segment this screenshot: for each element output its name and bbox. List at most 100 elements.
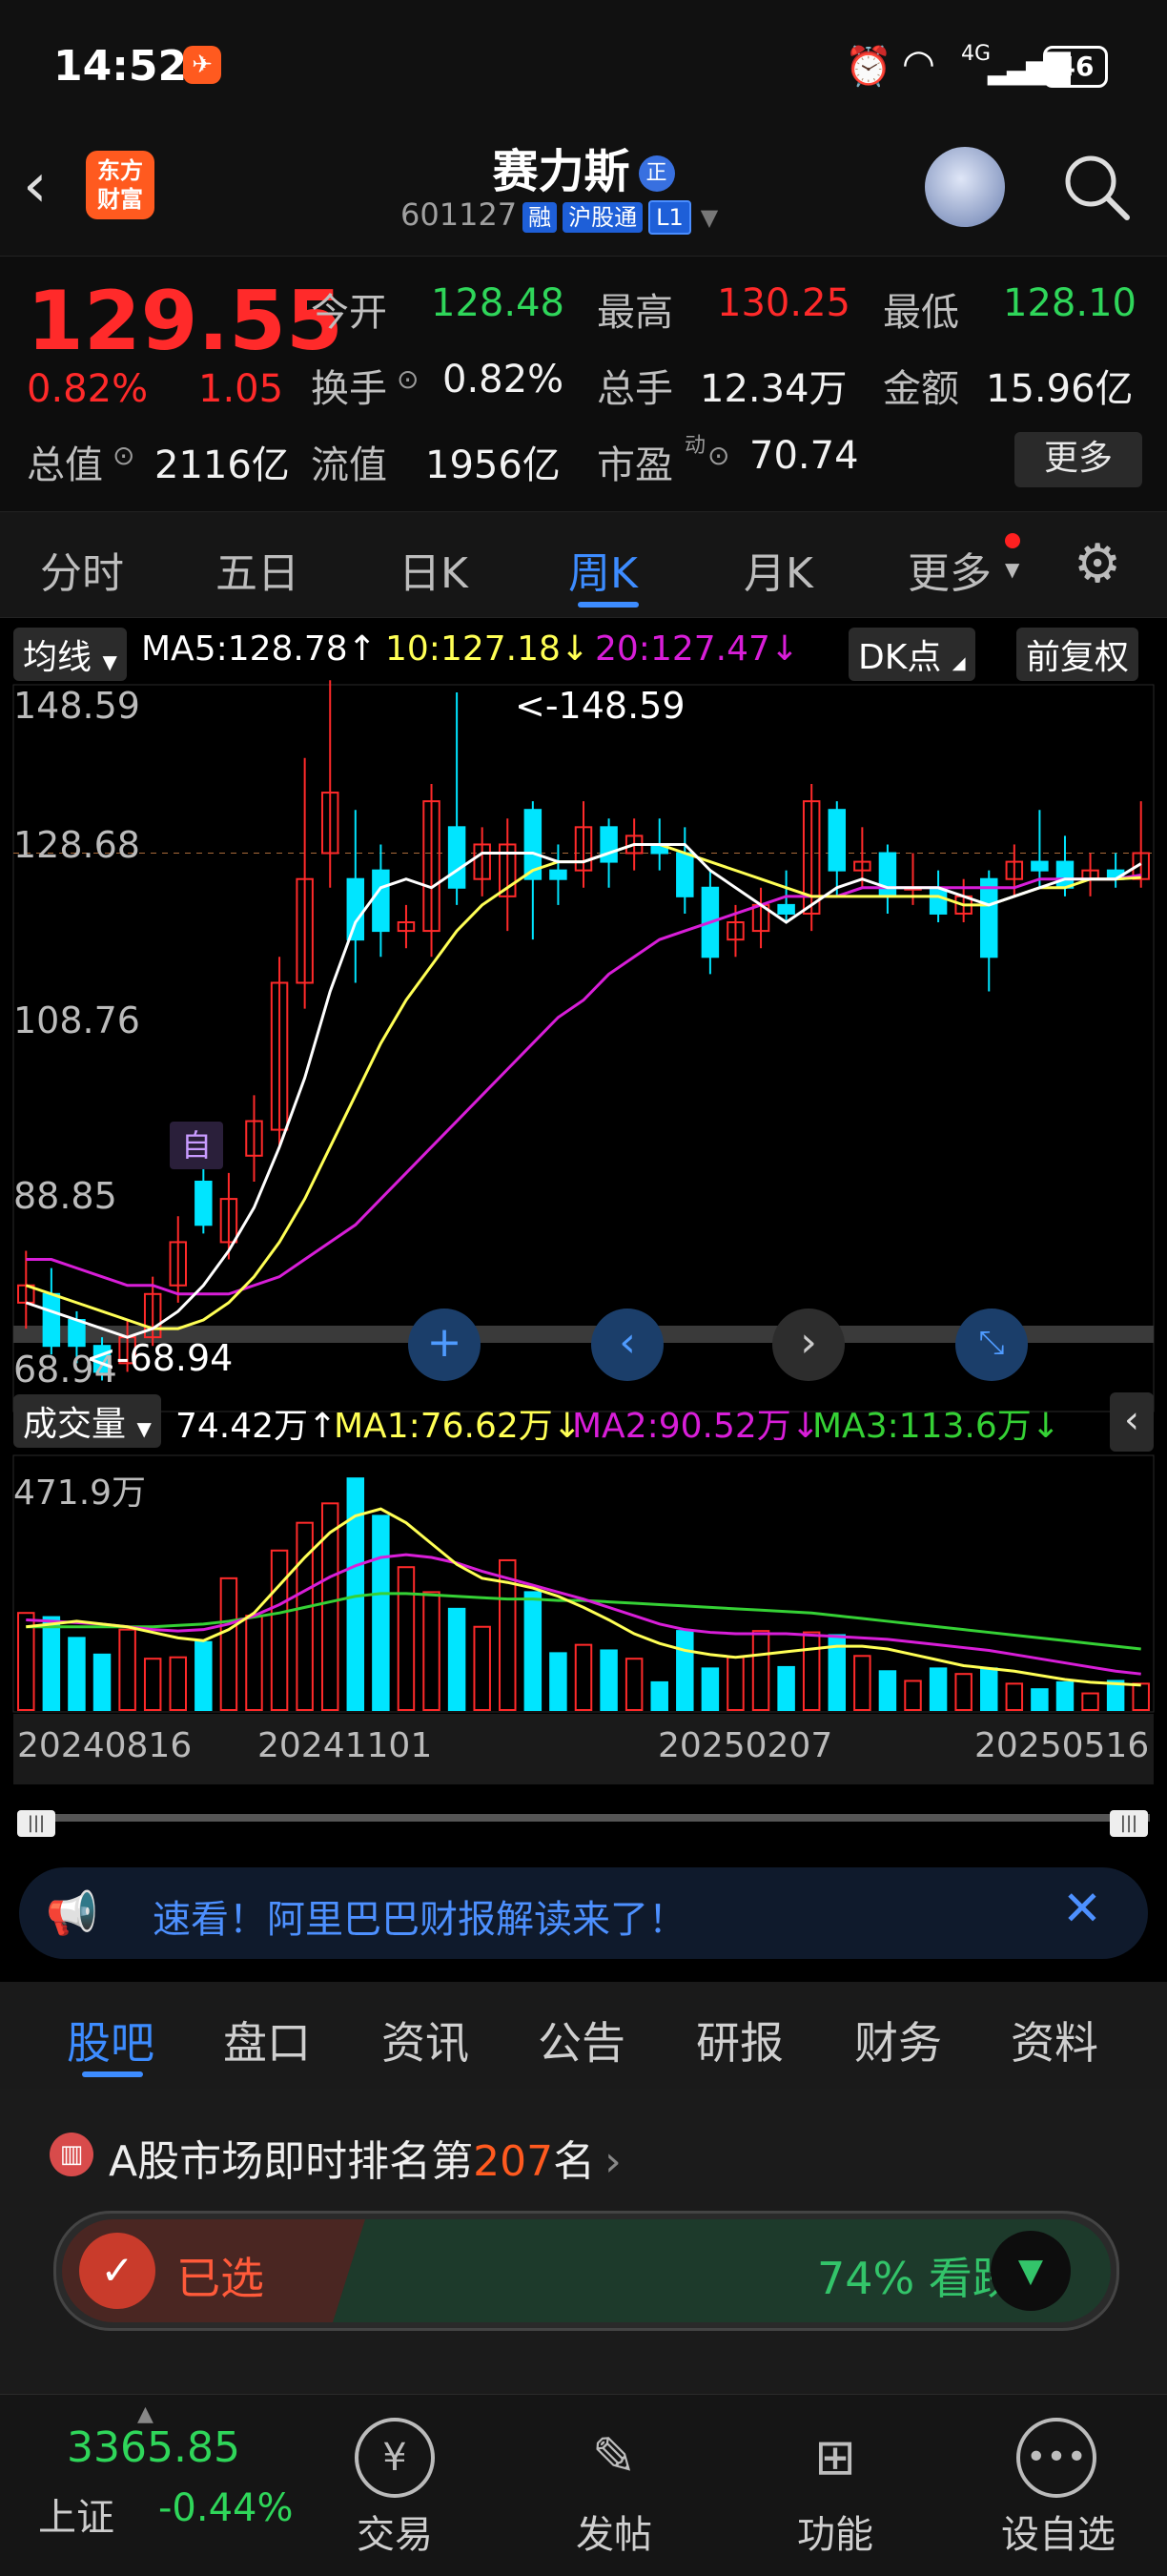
range-handle-left[interactable]: ||| bbox=[17, 1810, 55, 1837]
more-button[interactable]: 更多 bbox=[1014, 432, 1142, 487]
level-badge: L1 bbox=[648, 200, 691, 235]
volume-bar bbox=[1055, 1680, 1075, 1711]
scroll-left-button[interactable]: ‹ bbox=[591, 1309, 664, 1381]
price-panel-frame bbox=[12, 684, 1155, 1412]
tab-orderbook[interactable]: 盘口 bbox=[223, 2009, 311, 2071]
scroll-right-button[interactable]: › bbox=[772, 1309, 845, 1381]
tab-intraday[interactable]: 分时 bbox=[40, 539, 124, 600]
volume-bar bbox=[1031, 1688, 1049, 1712]
banner-text[interactable]: 速看！阿里巴巴财报解读来了！ bbox=[153, 1888, 686, 1944]
candle-body bbox=[1055, 860, 1075, 889]
stock-header: ‹ 东方 财富 赛力斯 正 601127 融沪股通 L1 ▼ bbox=[0, 134, 1167, 256]
vol-ma3-legend: MA3:113.6万↓ bbox=[812, 1407, 1060, 1446]
network-label: 4G bbox=[961, 42, 992, 66]
yuan-trade-icon[interactable]: ¥ bbox=[355, 2418, 435, 2498]
robot-assistant-icon[interactable] bbox=[925, 147, 1005, 227]
volume-bar bbox=[523, 1591, 543, 1711]
turnover-label: 换手 bbox=[311, 367, 387, 411]
tab-weekly-k[interactable]: 周K bbox=[568, 539, 638, 600]
alarm-icon: ⏰ bbox=[845, 45, 892, 89]
index-value[interactable]: 3365.85 bbox=[67, 2423, 240, 2472]
candle-body bbox=[549, 869, 567, 880]
kline-chart-area[interactable]: 均线 ▼ MA5:128.78↑ 10:127.18↓ 20:127.47↓ D… bbox=[0, 618, 1167, 1822]
index-name: 上证 bbox=[38, 2496, 114, 2540]
tab-forum[interactable]: 股吧 bbox=[67, 2009, 154, 2071]
date-label: 20241101 bbox=[257, 1726, 433, 1765]
selected-label: 已选 bbox=[176, 2253, 264, 2304]
change-percent: 0.82% bbox=[27, 367, 149, 411]
tab-financials[interactable]: 财务 bbox=[854, 2009, 942, 2071]
trade-label[interactable]: 交易 bbox=[357, 2504, 433, 2559]
new-dot bbox=[1005, 533, 1020, 548]
tab-announcements[interactable]: 公告 bbox=[538, 2009, 625, 2071]
expand-icon[interactable]: ⤡ bbox=[955, 1309, 1028, 1381]
high-annotation: <-148.59 bbox=[515, 685, 686, 727]
compose-icon[interactable]: ✎ bbox=[574, 2418, 654, 2498]
info-icon[interactable]: ⊙ bbox=[707, 440, 729, 471]
search-icon[interactable] bbox=[1060, 151, 1133, 223]
vol-ma1-legend: MA1:76.62万↓ bbox=[334, 1407, 582, 1446]
rank-line[interactable]: A股市场即时排名第207名 › bbox=[109, 2127, 622, 2188]
tab-profile[interactable]: 资料 bbox=[1011, 2009, 1098, 2071]
candle-body bbox=[372, 869, 390, 933]
bear-arrow-icon[interactable]: ▼ bbox=[991, 2231, 1071, 2311]
low-label: 最低 bbox=[883, 291, 959, 335]
candle-body bbox=[929, 886, 948, 915]
volume-bar bbox=[676, 1630, 694, 1711]
grid-apps-icon[interactable]: ⊞ bbox=[795, 2418, 875, 2498]
tab-monthly-k[interactable]: 月K bbox=[744, 539, 813, 600]
gear-icon[interactable]: ⚙ bbox=[1074, 533, 1121, 595]
tab-more[interactable]: 更多 bbox=[908, 539, 992, 600]
sentiment-bar: ✓ 已选 74% 看跌 ▼ bbox=[53, 2211, 1119, 2331]
check-icon: ✓ bbox=[79, 2233, 155, 2309]
close-icon[interactable]: ✕ bbox=[1062, 1881, 1102, 1936]
zoom-in-button[interactable]: + bbox=[408, 1309, 481, 1381]
volume-bar bbox=[68, 1637, 86, 1711]
functions-label[interactable]: 功能 bbox=[797, 2504, 873, 2559]
candle-body bbox=[346, 877, 365, 941]
caret-down-icon: ▼ bbox=[1005, 558, 1020, 581]
battery-icon: 46 bbox=[1043, 46, 1108, 88]
low-annotation: <-68.94 bbox=[86, 1337, 234, 1379]
volume-bar bbox=[777, 1665, 795, 1711]
y-label-4: 88.85 bbox=[13, 1175, 117, 1217]
candle-body bbox=[878, 852, 897, 897]
bear-segment[interactable]: 74% 看跌 ▼ bbox=[333, 2219, 1111, 2322]
float-label: 流值 bbox=[311, 443, 387, 487]
more-dots-icon[interactable]: ••• bbox=[1016, 2418, 1096, 2498]
float-value: 1956亿 bbox=[425, 443, 561, 487]
status-bar: 14:52 ✈ ⏰ ◠ 4G ▂▃▅▇ 46 bbox=[0, 0, 1167, 134]
tab-five-day[interactable]: 五日 bbox=[215, 539, 299, 600]
collapse-arrow-icon[interactable]: ‹ bbox=[1110, 1392, 1154, 1452]
connect-badge: 沪股通 bbox=[563, 202, 644, 233]
range-handle-right[interactable]: ||| bbox=[1110, 1810, 1148, 1837]
info-icon[interactable]: ⊙ bbox=[113, 440, 134, 471]
vol-ma2-legend: MA2:90.52万↓ bbox=[572, 1407, 820, 1446]
tab-news[interactable]: 资讯 bbox=[381, 2009, 469, 2071]
date-label: 20250207 bbox=[658, 1726, 833, 1765]
margin-badge: 融 bbox=[522, 202, 558, 233]
pe-value: 70.74 bbox=[749, 434, 859, 478]
post-label[interactable]: 发帖 bbox=[576, 2504, 652, 2559]
open-label: 今开 bbox=[311, 291, 387, 335]
watchlist-label[interactable]: 设自选 bbox=[1001, 2504, 1116, 2559]
news-banner[interactable]: 📢 速看！阿里巴巴财报解读来了！ ✕ bbox=[19, 1867, 1148, 1959]
tab-daily-k[interactable]: 日K bbox=[399, 539, 468, 600]
y-label-3: 108.76 bbox=[13, 999, 140, 1041]
period-tabs: 分时 五日 日K 周K 月K 更多 ▼ ⚙ bbox=[0, 511, 1167, 618]
amount-label: 金额 bbox=[883, 367, 959, 411]
pe-dynamic-tag: 动 bbox=[685, 434, 706, 458]
kline-svg bbox=[12, 680, 1155, 1784]
volume-select[interactable]: 成交量 ▼ bbox=[13, 1394, 161, 1448]
candle-body bbox=[600, 826, 618, 863]
high-value: 130.25 bbox=[717, 281, 850, 325]
active-tab-indicator bbox=[578, 602, 639, 608]
volume-bar bbox=[194, 1640, 213, 1712]
chevron-down-icon[interactable]: ▼ bbox=[701, 204, 718, 231]
range-scrollbar[interactable] bbox=[17, 1814, 1150, 1822]
tab-research[interactable]: 研报 bbox=[696, 2009, 784, 2071]
info-icon[interactable]: ⊙ bbox=[397, 363, 419, 395]
selected-segment[interactable]: ✓ 已选 bbox=[62, 2219, 367, 2322]
low-value: 128.10 bbox=[1003, 281, 1136, 325]
content-tabs: 股吧 盘口 资讯 公告 研报 财务 资料 bbox=[0, 1982, 1167, 2089]
